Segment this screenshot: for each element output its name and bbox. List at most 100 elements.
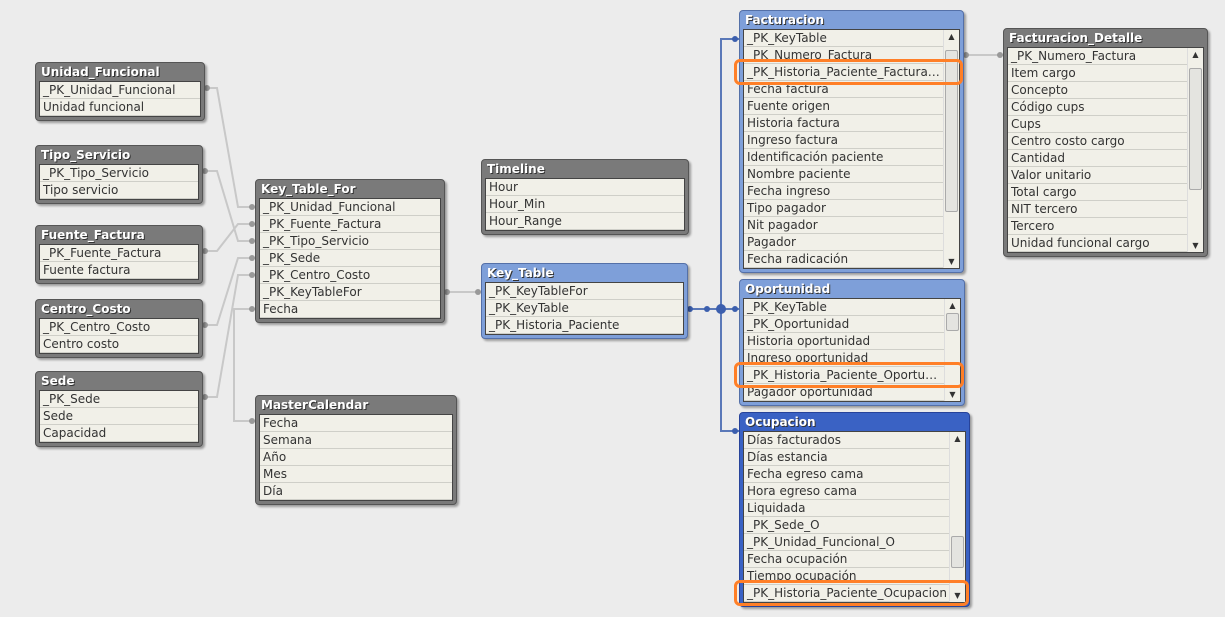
table-title[interactable]: Key_Table xyxy=(485,264,684,282)
scroll-down-icon[interactable]: ▼ xyxy=(950,591,965,600)
field-row[interactable]: Tercero xyxy=(1008,218,1187,235)
table-centro-costo[interactable]: Centro_Costo _PK_Centro_Costo Centro costo xyxy=(35,299,203,358)
field-row[interactable]: Fecha radicación xyxy=(744,251,943,268)
table-title[interactable]: Fuente_Factura xyxy=(39,226,199,244)
table-unidad-funcional[interactable]: Unidad_Funcional _PK_Unidad_Funcional Unid… xyxy=(35,62,205,121)
table-sede[interactable]: Sede _PK_Sede Sede Capacidad xyxy=(35,371,203,447)
field-row[interactable]: _PK_KeyTable xyxy=(744,299,944,316)
field-row[interactable]: _PK_KeyTable xyxy=(744,30,943,47)
scroll-up-icon[interactable]: ▲ xyxy=(945,301,960,310)
scroll-thumb[interactable] xyxy=(951,536,964,568)
scroll-thumb[interactable] xyxy=(945,50,958,212)
field-row[interactable]: _PK_Tipo_Servicio xyxy=(260,233,440,250)
table-title[interactable]: Facturacion_Detalle xyxy=(1007,29,1204,47)
table-title[interactable]: Oportunidad xyxy=(743,280,961,298)
scroll-up-icon[interactable]: ▲ xyxy=(950,434,965,443)
field-row[interactable]: Pagador oportunidad xyxy=(744,384,944,401)
table-title[interactable]: Timeline xyxy=(485,160,685,178)
field-row[interactable]: Hora egreso cama xyxy=(744,483,949,500)
field-row[interactable]: _PK_KeyTableFor xyxy=(486,283,683,300)
field-row[interactable]: Año xyxy=(260,449,452,466)
field-row[interactable]: Concepto xyxy=(1008,82,1187,99)
field-row[interactable]: Fecha ingreso xyxy=(744,183,943,200)
field-row[interactable]: _PK_KeyTable xyxy=(486,300,683,317)
table-oportunidad[interactable]: Oportunidad _PK_KeyTable _PK_Oportunidad Hi… xyxy=(734,279,965,406)
field-row[interactable]: Semana xyxy=(260,432,452,449)
field-row[interactable]: Nombre paciente xyxy=(744,166,943,183)
field-row[interactable]: Capacidad xyxy=(40,425,198,442)
field-row[interactable]: _PK_Sede xyxy=(260,250,440,267)
field-row[interactable]: Unidad funcional cargo xyxy=(1008,235,1187,252)
table-title[interactable]: Unidad_Funcional xyxy=(39,63,201,81)
field-row[interactable]: Hour_Min xyxy=(486,196,684,213)
field-row[interactable]: Fuente factura xyxy=(40,262,198,279)
table-mastercalendar[interactable]: MasterCalendar Fecha Semana Año Mes Día xyxy=(255,395,457,505)
field-row[interactable]: _PK_Historia_Paciente xyxy=(486,317,683,334)
field-row[interactable]: _PK_Historia_Paciente_Oportuni... xyxy=(744,367,944,384)
field-row[interactable]: Mes xyxy=(260,466,452,483)
field-row[interactable]: Días facturados xyxy=(744,432,949,449)
field-row[interactable]: Centro costo cargo xyxy=(1008,133,1187,150)
field-row[interactable]: Pagador xyxy=(744,234,943,251)
table-facturacion-detalle[interactable]: Facturacion_Detalle _PK_Numero_Factura Ite… xyxy=(1003,28,1208,257)
scroll-thumb[interactable] xyxy=(1189,68,1202,190)
table-ocupacion[interactable]: Ocupacion Días facturados Días estancia Fec… xyxy=(734,412,970,607)
field-row[interactable]: Historia factura xyxy=(744,115,943,132)
field-row[interactable]: _PK_Fuente_Factura xyxy=(260,216,440,233)
table-title[interactable]: Facturacion xyxy=(743,11,960,29)
field-row[interactable]: _PK_Unidad_Funcional xyxy=(40,82,200,99)
field-row[interactable]: Tipo pagador xyxy=(744,200,943,217)
field-row[interactable]: Hour xyxy=(486,179,684,196)
scroll-down-icon[interactable]: ▼ xyxy=(1188,241,1203,250)
field-row[interactable]: Cups xyxy=(1008,116,1187,133)
scrollbar[interactable]: ▲ ▼ xyxy=(949,432,965,602)
field-row[interactable]: Historia oportunidad xyxy=(744,333,944,350)
field-row[interactable]: Tipo servicio xyxy=(40,182,198,199)
field-row[interactable]: _PK_KeyTableFor xyxy=(260,284,440,301)
field-row[interactable]: _PK_Unidad_Funcional xyxy=(260,199,440,216)
table-key-table-for[interactable]: Key_Table_For _PK_Unidad_Funcional _PK_Fue… xyxy=(255,179,445,323)
field-row[interactable]: Hour_Range xyxy=(486,213,684,230)
field-row[interactable]: NIT tercero xyxy=(1008,201,1187,218)
scroll-down-icon[interactable]: ▼ xyxy=(944,257,959,266)
field-row[interactable]: _PK_Historia_Paciente_Ocupacion xyxy=(744,585,949,602)
field-row[interactable]: _PK_Fuente_Factura xyxy=(40,245,198,262)
field-row[interactable]: Día xyxy=(260,483,452,500)
field-row[interactable]: _PK_Tipo_Servicio xyxy=(40,165,198,182)
table-facturacion[interactable]: Facturacion _PK_KeyTable _PK_Numero_Factur… xyxy=(734,10,964,273)
scrollbar[interactable]: ▲ ▼ xyxy=(944,299,960,401)
field-row[interactable]: _PK_Centro_Costo xyxy=(260,267,440,284)
field-row[interactable]: Valor unitario xyxy=(1008,167,1187,184)
field-row[interactable]: Tiempo ocupación xyxy=(744,568,949,585)
field-row[interactable]: _PK_Centro_Costo xyxy=(40,319,198,336)
table-fuente-factura[interactable]: Fuente_Factura _PK_Fuente_Factura Fuente f… xyxy=(35,225,203,284)
table-title[interactable]: Key_Table_For xyxy=(259,180,441,198)
field-row[interactable]: Fecha egreso cama xyxy=(744,466,949,483)
table-title[interactable]: Centro_Costo xyxy=(39,300,199,318)
table-tipo-servicio[interactable]: Tipo_Servicio _PK_Tipo_Servicio Tipo servi… xyxy=(35,145,203,204)
field-row[interactable]: Ingreso factura xyxy=(744,132,943,149)
field-row[interactable]: _PK_Unidad_Funcional_O xyxy=(744,534,949,551)
table-key-table[interactable]: Key_Table _PK_KeyTableFor _PK_KeyTable _PK_… xyxy=(481,263,688,339)
field-row[interactable]: Código cups xyxy=(1008,99,1187,116)
field-row[interactable]: _PK_Numero_Factura xyxy=(744,47,943,64)
field-row[interactable]: Fecha ocupación xyxy=(744,551,949,568)
field-row[interactable]: _PK_Numero_Factura xyxy=(1008,48,1187,65)
scrollbar[interactable]: ▲ ▼ xyxy=(1187,48,1203,252)
field-row[interactable]: Total cargo xyxy=(1008,184,1187,201)
scroll-thumb[interactable] xyxy=(946,313,959,331)
field-row[interactable]: Ingreso oportunidad xyxy=(744,350,944,367)
field-row[interactable]: Liquidada xyxy=(744,500,949,517)
table-title[interactable]: MasterCalendar xyxy=(259,396,453,414)
field-row[interactable]: Fecha xyxy=(260,301,440,318)
scroll-down-icon[interactable]: ▼ xyxy=(945,390,960,399)
field-row[interactable]: Item cargo xyxy=(1008,65,1187,82)
table-timeline[interactable]: Timeline Hour Hour_Min Hour_Range xyxy=(481,159,689,235)
table-title[interactable]: Ocupacion xyxy=(743,413,966,431)
field-row[interactable]: _PK_Sede xyxy=(40,391,198,408)
field-row[interactable]: _PK_Historia_Paciente_Facturac... xyxy=(744,64,943,81)
table-title[interactable]: Sede xyxy=(39,372,199,390)
field-row[interactable]: Unidad funcional xyxy=(40,99,200,116)
field-row[interactable]: Fecha factura xyxy=(744,81,943,98)
field-row[interactable]: Fecha xyxy=(260,415,452,432)
